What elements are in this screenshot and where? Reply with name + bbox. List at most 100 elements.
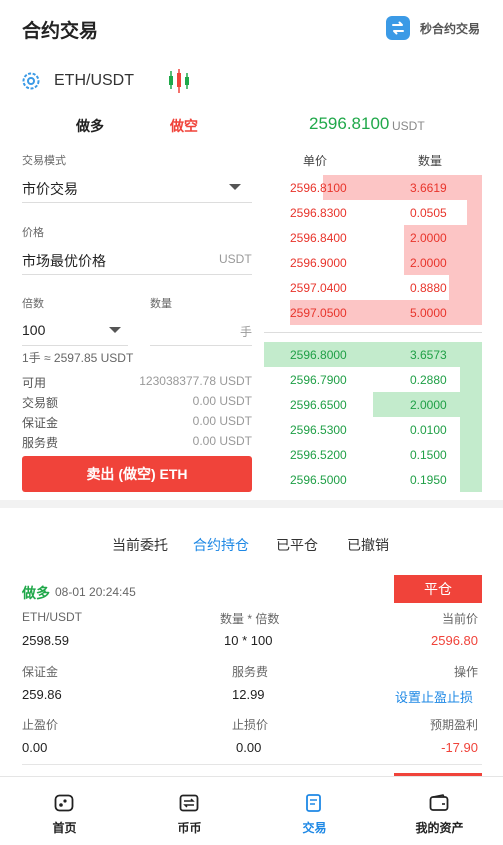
sell-short-button[interactable]: 卖出 (做空) ETH bbox=[22, 456, 252, 492]
ask-row[interactable]: 2596.8400 2.0000 bbox=[264, 225, 482, 250]
qty-input[interactable] bbox=[150, 318, 236, 342]
tab-open-orders[interactable]: 当前委托 bbox=[112, 535, 168, 555]
order-qty: 0.1500 bbox=[410, 448, 447, 462]
ask-row[interactable]: 2596.8300 0.0505 bbox=[264, 200, 482, 225]
fee-label: 服务费 bbox=[232, 665, 269, 679]
mode-select[interactable]: 市价交易 bbox=[22, 179, 78, 199]
ask-row[interactable]: 2596.9000 2.0000 bbox=[264, 250, 482, 275]
wallet-icon bbox=[429, 794, 449, 812]
orderbook-price-header: 单价 bbox=[303, 154, 328, 168]
fee-label: 服务费 bbox=[22, 436, 59, 450]
gear-icon[interactable] bbox=[20, 70, 42, 92]
available-value: 123038377.78 USDT bbox=[139, 374, 252, 388]
order-price: 2596.5300 bbox=[290, 423, 347, 437]
order-qty: 3.6573 bbox=[410, 348, 447, 362]
order-qty: 5.0000 bbox=[410, 306, 447, 320]
order-qty: 0.1950 bbox=[410, 473, 447, 487]
tab-short[interactable]: 做空 bbox=[170, 116, 198, 136]
bid-row[interactable]: 2596.5200 0.1500 bbox=[264, 442, 482, 467]
order-qty: 2.0000 bbox=[410, 256, 447, 270]
price-label: 价格 bbox=[22, 227, 44, 239]
divider bbox=[150, 345, 252, 346]
take-profit-value: 0.00 bbox=[22, 740, 48, 755]
close-position-button[interactable]: 平仓 bbox=[394, 575, 482, 603]
stop-loss-label: 止损价 bbox=[232, 718, 269, 732]
available-label: 可用 bbox=[22, 376, 47, 390]
set-tp-sl-link[interactable]: 设置止盈止损 bbox=[362, 687, 473, 706]
bottom-nav: 首页 币币 交易 我的资产 bbox=[0, 776, 503, 845]
open-price: 2598.59 bbox=[22, 633, 69, 648]
divider bbox=[22, 345, 128, 346]
bid-row[interactable]: 2596.5000 0.1950 bbox=[264, 467, 482, 492]
exchange-icon bbox=[179, 794, 199, 812]
second-contract-link[interactable]: 秒合约交易 bbox=[420, 20, 480, 37]
bid-row[interactable]: 2596.7900 0.2880 bbox=[264, 367, 482, 392]
position-time: 08-01 20:24:45 bbox=[55, 585, 136, 599]
ask-row[interactable]: 2597.0500 5.0000 bbox=[264, 300, 482, 325]
order-price: 2596.9000 bbox=[290, 256, 347, 270]
page-title: 合约交易 bbox=[22, 21, 99, 42]
turnover-value: 0.00 USDT bbox=[192, 394, 252, 408]
margin-value: 0.00 USDT bbox=[192, 414, 252, 428]
order-qty: 2.0000 bbox=[410, 231, 447, 245]
margin-value: 259.86 bbox=[22, 687, 62, 702]
nav-trade-label: 交易 bbox=[302, 821, 327, 835]
order-qty: 2.0000 bbox=[410, 398, 447, 412]
margin-label: 保证金 bbox=[22, 665, 59, 679]
order-price: 2596.8400 bbox=[290, 231, 347, 245]
depth-bar bbox=[460, 417, 482, 442]
tab-closed[interactable]: 已平仓 bbox=[276, 535, 318, 555]
positions-panel: 当前委托 合约持仓 已平仓 已撤销 做多 08-01 20:24:45 平仓 E… bbox=[0, 508, 503, 798]
ask-row[interactable]: 2597.0400 0.8880 bbox=[264, 275, 482, 300]
take-profit-label: 止盈价 bbox=[22, 718, 59, 732]
bid-row[interactable]: 2596.6500 2.0000 bbox=[264, 392, 482, 417]
depth-bar bbox=[460, 467, 482, 492]
depth-bar bbox=[449, 275, 482, 300]
nav-trade[interactable]: 交易 bbox=[252, 777, 377, 845]
operation-label: 操作 bbox=[453, 665, 478, 679]
swap-icon[interactable] bbox=[386, 16, 410, 40]
chevron-down-icon[interactable] bbox=[229, 184, 241, 190]
order-qty: 0.0505 bbox=[410, 206, 447, 220]
order-qty: 0.8880 bbox=[410, 281, 447, 295]
pair-label: ETH/USDT bbox=[22, 610, 82, 624]
order-price: 2596.5200 bbox=[290, 448, 347, 462]
current-price-label: 当前价 bbox=[441, 612, 478, 626]
expected-pnl-label: 预期盈利 bbox=[429, 718, 478, 732]
price-input[interactable]: 市场最优价格 bbox=[22, 251, 106, 271]
current-price: 2596.80 bbox=[431, 633, 478, 648]
order-price: 2596.7900 bbox=[290, 373, 347, 387]
depth-bar bbox=[460, 367, 482, 392]
tab-long[interactable]: 做多 bbox=[76, 116, 104, 136]
ask-row[interactable]: 2596.8100 3.6619 bbox=[264, 175, 482, 200]
order-price: 2596.5000 bbox=[290, 473, 347, 487]
leverage-label: 倍数 bbox=[22, 298, 44, 310]
header: 合约交易 秒合约交易 bbox=[0, 0, 503, 58]
expected-pnl-value: -17.90 bbox=[441, 740, 478, 755]
nav-home[interactable]: 首页 bbox=[2, 777, 127, 845]
leverage-select[interactable]: 100 bbox=[22, 322, 45, 338]
home-icon bbox=[54, 794, 74, 812]
qty-label: 数量 bbox=[150, 298, 172, 310]
qty-label: 数量 * 倍数 bbox=[220, 612, 280, 626]
candlestick-icon[interactable] bbox=[167, 68, 191, 94]
nav-exchange-label: 币币 bbox=[177, 821, 202, 835]
nav-home-label: 首页 bbox=[52, 821, 77, 835]
tab-positions[interactable]: 合约持仓 bbox=[193, 535, 249, 555]
bid-row[interactable]: 2596.8000 3.6573 bbox=[264, 342, 482, 367]
lot-hint: 1手 ≈ 2597.85 USDT bbox=[22, 351, 134, 365]
margin-label: 保证金 bbox=[22, 416, 59, 430]
order-price: 2596.8000 bbox=[290, 348, 347, 362]
nav-assets[interactable]: 我的资产 bbox=[377, 777, 502, 845]
order-price: 2596.8300 bbox=[290, 206, 347, 220]
position-direction: 做多 bbox=[22, 585, 50, 601]
nav-exchange[interactable]: 币币 bbox=[127, 777, 252, 845]
chevron-down-icon[interactable] bbox=[109, 327, 121, 333]
depth-bar bbox=[460, 442, 482, 467]
bid-row[interactable]: 2596.5300 0.0100 bbox=[264, 417, 482, 442]
tab-cancelled[interactable]: 已撤销 bbox=[347, 535, 389, 555]
order-price: 2596.6500 bbox=[290, 398, 347, 412]
order-qty: 3.6619 bbox=[410, 181, 447, 195]
pair-name[interactable]: ETH/USDT bbox=[54, 72, 134, 90]
qty-value: 10 * 100 bbox=[224, 633, 273, 648]
